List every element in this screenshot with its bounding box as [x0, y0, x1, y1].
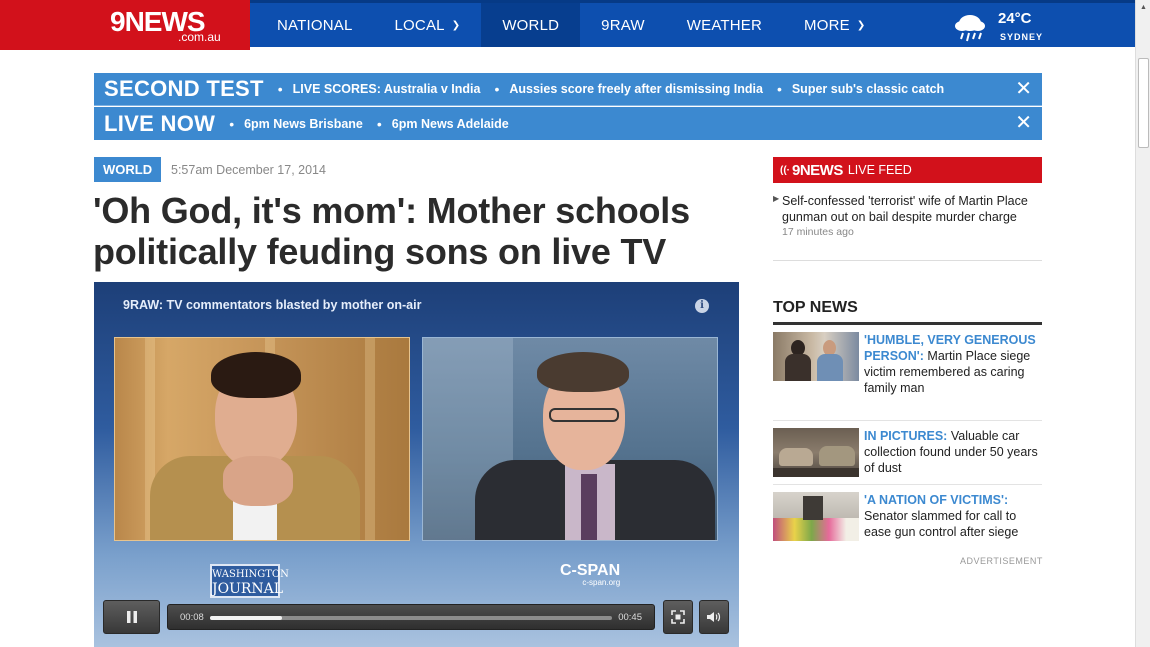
news-headline[interactable]: Senator slammed for call to ease gun con…	[864, 509, 1018, 539]
progress-track[interactable]	[210, 616, 612, 620]
news-thumbnail[interactable]	[773, 332, 859, 381]
bullet: •	[277, 81, 283, 97]
main-nav: NATIONAL LOCAL ❯ WORLD 9RAW WEATHER MORE ❯	[256, 3, 886, 47]
video-title: 9RAW: TV commentators blasted by mother …	[123, 298, 422, 312]
ticker-link[interactable]: Super sub's classic catch	[792, 82, 944, 96]
live-feed-brand: 9NEWS	[792, 161, 843, 179]
live-feed-time: 17 minutes ago	[782, 226, 854, 238]
scroll-up-icon[interactable]: ▲	[1140, 4, 1147, 11]
nav-label: WORLD	[502, 16, 560, 34]
news-text[interactable]: IN PICTURES: Valuable car collection fou…	[864, 428, 1042, 476]
ticker-label[interactable]: SECOND TEST	[94, 76, 278, 102]
video-timeline[interactable]: 00:08 00:45	[167, 604, 655, 630]
logo-domain: .com.au	[178, 30, 221, 44]
pause-button[interactable]	[103, 600, 160, 634]
news-text[interactable]: 'HUMBLE, VERY GENEROUS PERSON': Martin P…	[864, 332, 1042, 396]
logo-line: WASHINGTON	[212, 569, 289, 580]
top-navigation-bar: 9NEWS .com.au NATIONAL LOCAL ❯ WORLD 9RAW…	[0, 0, 1135, 50]
news-kicker[interactable]: IN PICTURES:	[864, 429, 947, 443]
video-frame-right-commentator	[422, 337, 718, 541]
page-scrollbar[interactable]: ▲	[1135, 0, 1150, 647]
live-feed-item[interactable]: ▶ Self-confessed 'terrorist' wife of Mar…	[773, 193, 1042, 238]
nav-label: 9RAW	[601, 16, 645, 34]
nav-label: NATIONAL	[277, 16, 353, 34]
info-icon[interactable]: i	[695, 299, 709, 313]
section-badge[interactable]: WORLD	[94, 157, 162, 182]
live-feed-label: LIVE FEED	[847, 163, 912, 177]
ticker-link[interactable]: 6pm News Adelaide	[392, 117, 509, 131]
live-feed-header[interactable]: ((· 9NEWS LIVE FEED	[773, 157, 1042, 183]
ticker-second-test: SECOND TEST • LIVE SCORES: Australia v I…	[94, 73, 1042, 106]
news-thumbnail[interactable]	[773, 492, 859, 541]
weather-widget[interactable]: 24°C SYDNEY	[952, 7, 1052, 47]
nav-item-national[interactable]: NATIONAL	[256, 3, 374, 47]
progress-fill	[210, 616, 283, 620]
top-news-heading: TOP NEWS	[773, 299, 858, 316]
bullet: •	[494, 81, 500, 97]
bullet: •	[776, 81, 782, 97]
washington-journal-logo: WASHINGTON JOURNAL	[210, 564, 289, 598]
top-news-item[interactable]: 'HUMBLE, VERY GENEROUS PERSON': Martin P…	[773, 332, 1042, 421]
nav-label: MORE	[804, 16, 850, 34]
close-icon[interactable]: ✕	[1015, 79, 1032, 99]
ticker-link[interactable]: 6pm News Brisbane	[244, 117, 363, 131]
advertisement-label: ADVERTISEMENT	[960, 556, 1043, 566]
caret-right-icon: ▶	[773, 194, 780, 203]
logo-line: JOURNAL	[212, 581, 284, 597]
divider	[773, 260, 1042, 261]
bullet: •	[376, 115, 382, 132]
ticker-link[interactable]: LIVE SCORES: Australia v India	[293, 82, 481, 96]
ticker-live-now: LIVE NOW • 6pm News Brisbane • 6pm News …	[94, 107, 1042, 140]
cspan-logo: C-SPAN c-span.org	[560, 562, 620, 587]
nav-label: LOCAL	[394, 16, 445, 34]
ticker-link[interactable]: Aussies score freely after dismissing In…	[509, 82, 763, 96]
site-logo[interactable]: 9NEWS .com.au	[0, 0, 250, 50]
speaker-icon	[707, 612, 721, 622]
close-icon[interactable]: ✕	[1015, 113, 1032, 133]
news-text[interactable]: 'A NATION OF VICTIMS': Senator slammed f…	[864, 492, 1042, 540]
video-duration: 00:45	[618, 612, 642, 623]
logo-line: c-span.org	[582, 578, 621, 587]
news-thumbnail[interactable]	[773, 428, 859, 477]
divider	[773, 322, 1042, 325]
scrollbar-thumb[interactable]	[1138, 58, 1149, 148]
chevron-down-icon: ❯	[856, 19, 866, 31]
weather-city: SYDNEY	[1000, 32, 1044, 42]
article-timestamp: 5:57am December 17, 2014	[171, 163, 326, 177]
nav-item-9raw[interactable]: 9RAW	[580, 3, 666, 47]
news-kicker[interactable]: 'A NATION OF VICTIMS':	[864, 493, 1008, 507]
video-frame-left-commentator	[114, 337, 410, 541]
broadcast-icon: ((·	[780, 164, 790, 176]
nav-item-more[interactable]: MORE ❯	[783, 3, 886, 47]
rain-cloud-icon	[955, 15, 985, 42]
nav-item-local[interactable]: LOCAL ❯	[374, 3, 482, 47]
article-headline: 'Oh God, it's mom': Mother schools polit…	[93, 190, 690, 272]
ticker-label[interactable]: LIVE NOW	[94, 111, 229, 137]
live-feed-text[interactable]: Self-confessed 'terrorist' wife of Marti…	[782, 193, 1042, 225]
video-controls: 00:08 00:45	[103, 600, 729, 636]
bullet: •	[229, 115, 235, 132]
video-player[interactable]: 9RAW: TV commentators blasted by mother …	[94, 282, 739, 647]
fullscreen-button[interactable]	[663, 600, 693, 634]
top-news-item[interactable]: IN PICTURES: Valuable car collection fou…	[773, 428, 1042, 485]
chevron-down-icon: ❯	[451, 19, 461, 31]
fullscreen-icon	[671, 610, 685, 624]
nav-item-world[interactable]: WORLD	[481, 3, 581, 47]
pause-icon	[126, 611, 137, 623]
top-news-item[interactable]: 'A NATION OF VICTIMS': Senator slammed f…	[773, 492, 1042, 549]
nav-label: WEATHER	[686, 16, 763, 34]
volume-button[interactable]	[699, 600, 729, 634]
logo-line: C-SPAN	[560, 562, 621, 579]
current-time: 00:08	[180, 612, 204, 623]
nav-item-weather[interactable]: WEATHER	[666, 3, 783, 47]
weather-temperature: 24°C	[998, 10, 1032, 27]
